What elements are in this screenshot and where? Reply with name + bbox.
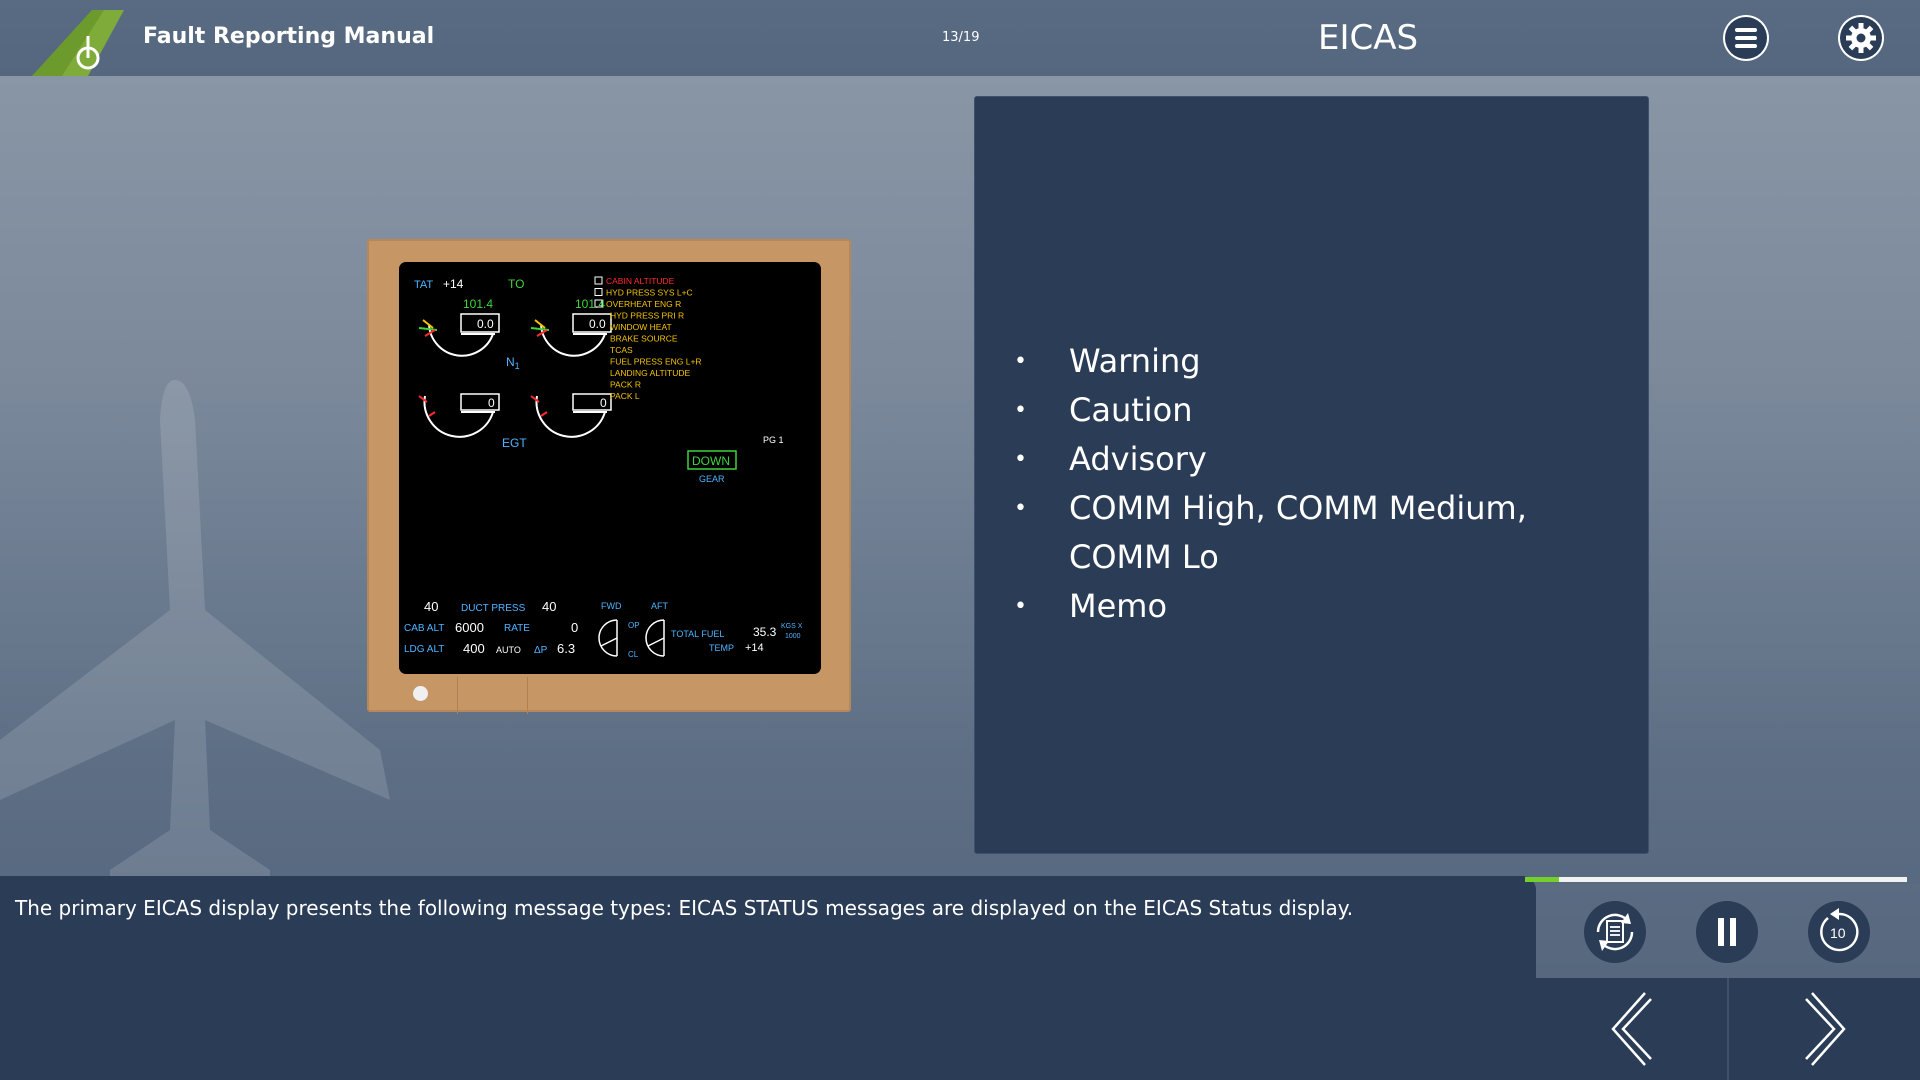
ldg-alt-value: 400 [463, 641, 485, 656]
menu-button[interactable] [1723, 15, 1769, 61]
transcript-icon [1596, 913, 1634, 951]
pause-button[interactable] [1696, 901, 1758, 963]
list-item: Warning [975, 337, 1595, 386]
eicas-message: PACK L [610, 391, 640, 401]
list-item: COMM High, COMM Medium, COMM Lo [975, 484, 1595, 582]
egt-label: EGT [502, 436, 527, 450]
narration-panel: The primary EICAS display presents the f… [0, 876, 1536, 1080]
eicas-message: PACK R [610, 380, 641, 390]
message-checkbox [594, 288, 603, 296]
settings-button[interactable] [1838, 15, 1884, 61]
gear-state: DOWN [692, 454, 730, 468]
indicator-dot [413, 686, 428, 701]
media-controls: 10 [1536, 884, 1920, 978]
eicas-message: LANDING ALTITUDE [610, 368, 690, 378]
progress-bar[interactable] [1525, 877, 1907, 882]
duct-press-left: 40 [424, 599, 438, 614]
eicas-screen: TAT +14 TO 101.4 0.0 101.4 0.0 N1 0 0 EG… [399, 262, 821, 674]
n1-box-right: 0.0 [589, 317, 606, 331]
eicas-display-frame: TAT +14 TO 101.4 0.0 101.4 0.0 N1 0 0 EG… [367, 239, 851, 714]
ldg-alt-label: LDG ALT [404, 644, 444, 655]
delta-p-value: 6.3 [557, 641, 575, 656]
total-fuel-value: 35.3 [753, 625, 777, 639]
gear-icon [1840, 17, 1882, 59]
transcript-button[interactable] [1584, 901, 1646, 963]
eicas-message: HYD PRESS PRI R [610, 311, 684, 321]
fwd-label: FWD [601, 601, 622, 611]
n1-value-left: 101.4 [463, 297, 493, 311]
cab-alt-label: CAB ALT [404, 623, 444, 634]
airline-logo-icon [32, 10, 124, 76]
chevron-right-icon [1804, 992, 1846, 1066]
chevron-left-icon [1610, 992, 1652, 1066]
rate-label: RATE [504, 623, 530, 634]
op-label: OP [628, 621, 640, 630]
narration-text: The primary EICAS display presents the f… [15, 896, 1354, 920]
eicas-message: OVERHEAT ENG R [606, 299, 681, 309]
egt-box-right: 0 [600, 396, 607, 410]
egt-box-left: 0 [488, 396, 495, 410]
tat-value: +14 [443, 277, 464, 291]
eicas-message: WINDOW HEAT [610, 322, 672, 332]
app-title: Fault Reporting Manual [143, 24, 435, 49]
eicas-display: TAT +14 TO 101.4 0.0 101.4 0.0 N1 0 0 EG… [404, 276, 803, 659]
hamburger-menu-icon [1725, 17, 1767, 59]
eicas-message: CABIN ALTITUDE [606, 276, 675, 286]
n1-gauge-right: 101.4 0.0 [530, 297, 612, 357]
auto-label: AUTO [496, 645, 521, 655]
fuel-unit-top: KGS X [781, 623, 803, 630]
message-checkbox [594, 276, 603, 285]
egt-gauge-right: 0 [530, 393, 612, 438]
temp-value: +14 [745, 642, 764, 654]
n1-gauge-left: 101.4 0.0 [418, 297, 500, 357]
thrust-mode: TO [508, 277, 524, 291]
delta-p-label: ΔP [534, 645, 548, 656]
aft-label: AFT [651, 601, 669, 611]
navigation-bar [1536, 978, 1920, 1080]
cab-alt-value: 6000 [455, 620, 484, 635]
total-fuel-label: TOTAL FUEL [671, 629, 724, 639]
list-item: Memo [975, 582, 1595, 631]
previous-button[interactable] [1536, 978, 1727, 1080]
temp-label: TEMP [709, 643, 734, 653]
tat-label: TAT [414, 279, 433, 291]
list-item: Caution [975, 386, 1595, 435]
content-panel: Warning Caution Advisory COMM High, COMM… [974, 96, 1649, 854]
section-title: EICAS [1318, 18, 1419, 58]
egt-gauge-left: 0 [418, 393, 500, 438]
n1-value-right: 101.4 [575, 297, 605, 311]
n1-box-left: 0.0 [477, 317, 494, 331]
eicas-message: HYD PRESS SYS L+C [606, 288, 693, 298]
next-button[interactable] [1729, 978, 1920, 1080]
progress-fill [1525, 877, 1560, 882]
page-label: PG 1 [763, 435, 784, 445]
replay-10-button[interactable]: 10 [1808, 901, 1870, 963]
header-bar: Fault Reporting Manual 13/19 EICAS [0, 0, 1920, 76]
eicas-message: TCAS [610, 345, 633, 355]
eicas-message: BRAKE SOURCE [610, 334, 678, 344]
list-item: Advisory [975, 435, 1595, 484]
page-counter: 13/19 [942, 30, 980, 45]
gear-label: GEAR [699, 474, 725, 484]
duct-press-label: DUCT PRESS [461, 603, 526, 614]
aft-valve-gauge [645, 619, 665, 657]
fuel-unit-bottom: 1000 [785, 633, 801, 640]
aircraft-silhouette-icon [0, 380, 390, 880]
replay-10-icon: 10 [1820, 908, 1859, 952]
replay-10-label: 10 [1830, 925, 1846, 941]
message-type-list: Warning Caution Advisory COMM High, COMM… [975, 337, 1650, 631]
rate-value: 0 [571, 620, 578, 635]
eicas-message: FUEL PRESS ENG L+R [610, 357, 702, 367]
n1-label: N1 [506, 355, 520, 371]
fwd-valve-gauge [598, 619, 618, 657]
cl-label: CL [628, 650, 639, 659]
duct-press-right: 40 [542, 599, 556, 614]
pause-icon [1718, 918, 1736, 946]
eicas-message-list: CABIN ALTITUDE HYD PRESS SYS L+COVERHEAT … [594, 276, 702, 401]
